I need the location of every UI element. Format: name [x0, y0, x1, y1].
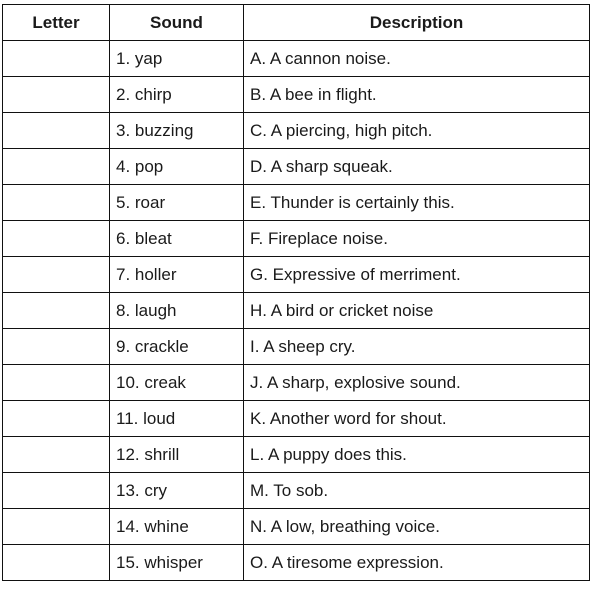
description-cell: F. Fireplace noise. [243, 220, 590, 257]
description-cell: J. A sharp, explosive sound. [243, 364, 590, 401]
table-row: 3. buzzing C. A piercing, high pitch. [2, 112, 590, 149]
sound-cell: 10. creak [109, 364, 244, 401]
description-cell: N. A low, breathing voice. [243, 508, 590, 545]
description-cell: K. Another word for shout. [243, 400, 590, 437]
letter-cell[interactable] [2, 328, 110, 365]
description-cell: O. A tiresome expression. [243, 544, 590, 581]
sound-cell: 8. laugh [109, 292, 244, 329]
letter-cell[interactable] [2, 364, 110, 401]
sound-cell: 1. yap [109, 40, 244, 77]
letter-cell[interactable] [2, 508, 110, 545]
sound-cell: 4. pop [109, 148, 244, 185]
letter-cell[interactable] [2, 220, 110, 257]
table-row: 6. bleat F. Fireplace noise. [2, 220, 590, 257]
description-cell: M. To sob. [243, 472, 590, 509]
letter-cell[interactable] [2, 256, 110, 293]
sound-cell: 14. whine [109, 508, 244, 545]
header-letter: Letter [2, 4, 110, 41]
table-row: 1. yap A. A cannon noise. [2, 40, 590, 77]
letter-cell[interactable] [2, 112, 110, 149]
sound-cell: 13. cry [109, 472, 244, 509]
description-cell: L. A puppy does this. [243, 436, 590, 473]
letter-cell[interactable] [2, 400, 110, 437]
sound-cell: 15. whisper [109, 544, 244, 581]
table-row: 12. shrill L. A puppy does this. [2, 436, 590, 473]
description-cell: A. A cannon noise. [243, 40, 590, 77]
letter-cell[interactable] [2, 544, 110, 581]
header-row: Letter Sound Description [2, 4, 590, 41]
table-row: 13. cry M. To sob. [2, 472, 590, 509]
letter-cell[interactable] [2, 148, 110, 185]
letter-cell[interactable] [2, 436, 110, 473]
letter-cell[interactable] [2, 76, 110, 113]
letter-cell[interactable] [2, 184, 110, 221]
description-cell: D. A sharp squeak. [243, 148, 590, 185]
letter-cell[interactable] [2, 472, 110, 509]
letter-cell[interactable] [2, 292, 110, 329]
matching-table: Letter Sound Description 1. yap A. A cann… [2, 4, 590, 581]
sound-cell: 11. loud [109, 400, 244, 437]
header-sound: Sound [109, 4, 244, 41]
description-cell: B. A bee in flight. [243, 76, 590, 113]
table-row: 8. laugh H. A bird or cricket noise [2, 292, 590, 329]
table-row: 14. whine N. A low, breathing voice. [2, 508, 590, 545]
description-cell: C. A piercing, high pitch. [243, 112, 590, 149]
sound-cell: 12. shrill [109, 436, 244, 473]
sound-cell: 5. roar [109, 184, 244, 221]
table-row: 11. loud K. Another word for shout. [2, 400, 590, 437]
letter-cell[interactable] [2, 40, 110, 77]
description-cell: G. Expressive of merriment. [243, 256, 590, 293]
table-row: 2. chirp B. A bee in flight. [2, 76, 590, 113]
sound-cell: 6. bleat [109, 220, 244, 257]
table-row: 9. crackle I. A sheep cry. [2, 328, 590, 365]
table-row: 5. roar E. Thunder is certainly this. [2, 184, 590, 221]
table-row: 7. holler G. Expressive of merriment. [2, 256, 590, 293]
sound-cell: 3. buzzing [109, 112, 244, 149]
description-cell: E. Thunder is certainly this. [243, 184, 590, 221]
sound-cell: 2. chirp [109, 76, 244, 113]
sound-cell: 9. crackle [109, 328, 244, 365]
description-cell: I. A sheep cry. [243, 328, 590, 365]
sound-cell: 7. holler [109, 256, 244, 293]
table-row: 10. creak J. A sharp, explosive sound. [2, 364, 590, 401]
header-description: Description [243, 4, 590, 41]
table-row: 4. pop D. A sharp squeak. [2, 148, 590, 185]
table-row: 15. whisper O. A tiresome expression. [2, 544, 590, 581]
description-cell: H. A bird or cricket noise [243, 292, 590, 329]
